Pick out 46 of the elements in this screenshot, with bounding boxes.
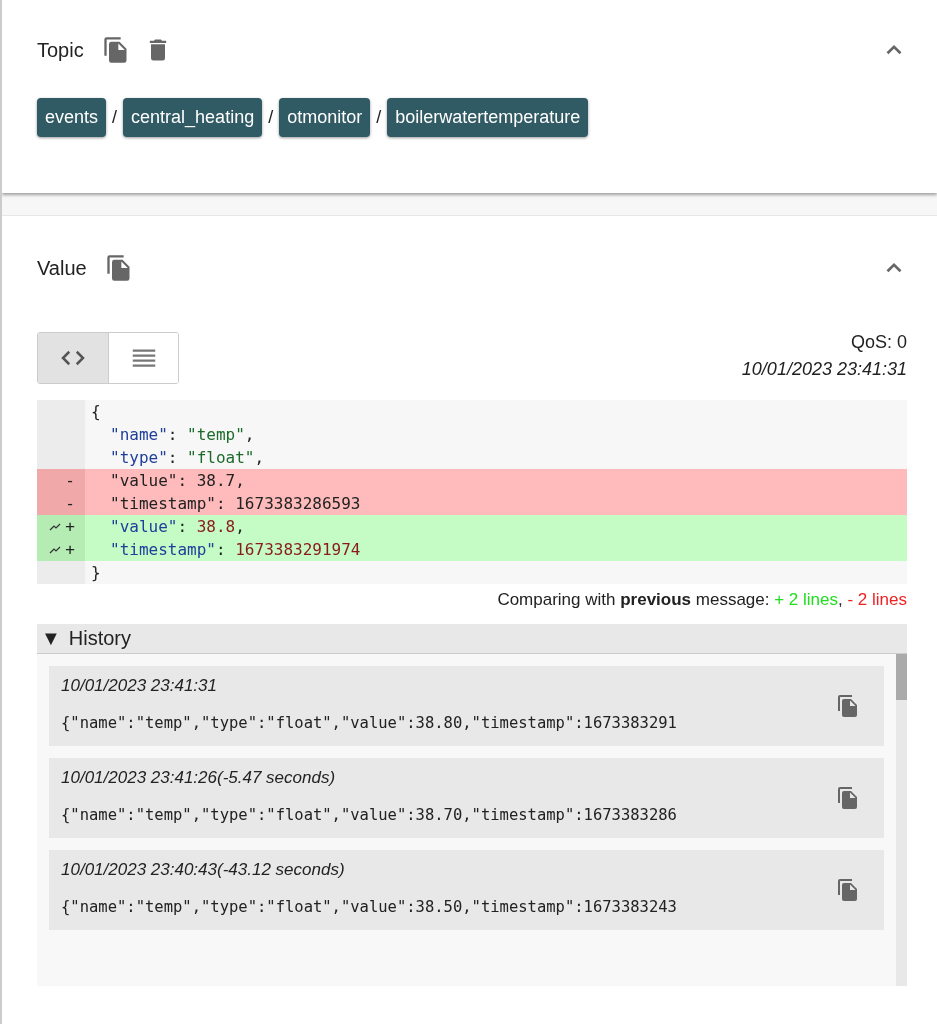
history-item[interactable]: 10/01/2023 23:40:43(-43.12 seconds) {"name":"temp","type":"float","value":38.50,"timestamp":1673383243: [49, 850, 884, 930]
message-timestamp: 10/01/2023 23:41:31: [741, 359, 907, 380]
code-line: "timestamp": 1673383291974: [109, 540, 361, 559]
path-separator: /: [112, 107, 118, 128]
comparison-summary: Comparing with previous message: + 2 lines, - 2 lines: [496, 590, 907, 610]
diff-sign: -: [65, 471, 75, 490]
history-item[interactable]: 10/01/2023 23:41:31 {"name":"temp","type":"float","value":38.80,"timestamp":1673383291: [49, 666, 884, 746]
expand-toggle[interactable]: ▼: [41, 627, 61, 650]
diff-sign: +: [65, 540, 75, 559]
code-line: "type": "float",: [109, 448, 265, 467]
topic-chip[interactable]: otmonitor: [279, 98, 371, 137]
qos-label: QoS: 0: [850, 332, 907, 353]
code-line: }: [90, 563, 101, 582]
copy-icon[interactable]: [836, 878, 860, 902]
scrollbar-thumb[interactable]: [896, 654, 907, 700]
topic-chip[interactable]: central_heating: [123, 98, 263, 137]
copy-icon[interactable]: [101, 36, 130, 64]
list-view-button[interactable]: [108, 333, 178, 383]
changed-icon: [49, 521, 62, 532]
history-title: History: [68, 627, 132, 650]
code-view-button[interactable]: [38, 333, 108, 383]
panel-title: Value: [37, 256, 87, 280]
copy-icon[interactable]: [836, 786, 860, 810]
path-separator: /: [376, 107, 382, 128]
code-line: "value": 38.8,: [109, 517, 245, 536]
code-line: "timestamp": 1673383286593: [109, 494, 361, 513]
panel-title: Topic: [37, 38, 84, 62]
diff-sign: +: [65, 517, 75, 536]
copy-icon[interactable]: [836, 694, 860, 718]
topic-chip[interactable]: boilerwatertemperature: [387, 98, 589, 137]
history-payload: {"name":"temp","type":"float","value":38.70,"timestamp":1673383286: [61, 806, 677, 824]
history-payload: {"name":"temp","type":"float","value":38.80,"timestamp":1673383291: [61, 714, 677, 732]
copy-icon[interactable]: [104, 254, 133, 282]
code-line: "value": 38.7,: [109, 471, 245, 490]
history-item[interactable]: 10/01/2023 23:41:26(-5.47 seconds) {"name":"temp","type":"float","value":38.70,"timestamp":1673383286: [49, 758, 884, 838]
history-timestamp: 10/01/2023 23:41:26(-5.47 seconds): [61, 768, 337, 788]
changed-icon: [49, 544, 62, 555]
diff-sign: -: [65, 494, 75, 513]
history-payload: {"name":"temp","type":"float","value":38.50,"timestamp":1673383243: [61, 898, 677, 916]
history-timestamp: 10/01/2023 23:41:31: [61, 676, 218, 696]
path-separator: /: [268, 107, 274, 128]
topic-chip[interactable]: events: [37, 98, 107, 137]
code-line: "name": "temp",: [109, 425, 255, 444]
history-timestamp: 10/01/2023 23:40:43(-43.12 seconds): [61, 860, 346, 880]
scrollbar[interactable]: [896, 654, 907, 986]
code-line: {: [90, 402, 101, 421]
